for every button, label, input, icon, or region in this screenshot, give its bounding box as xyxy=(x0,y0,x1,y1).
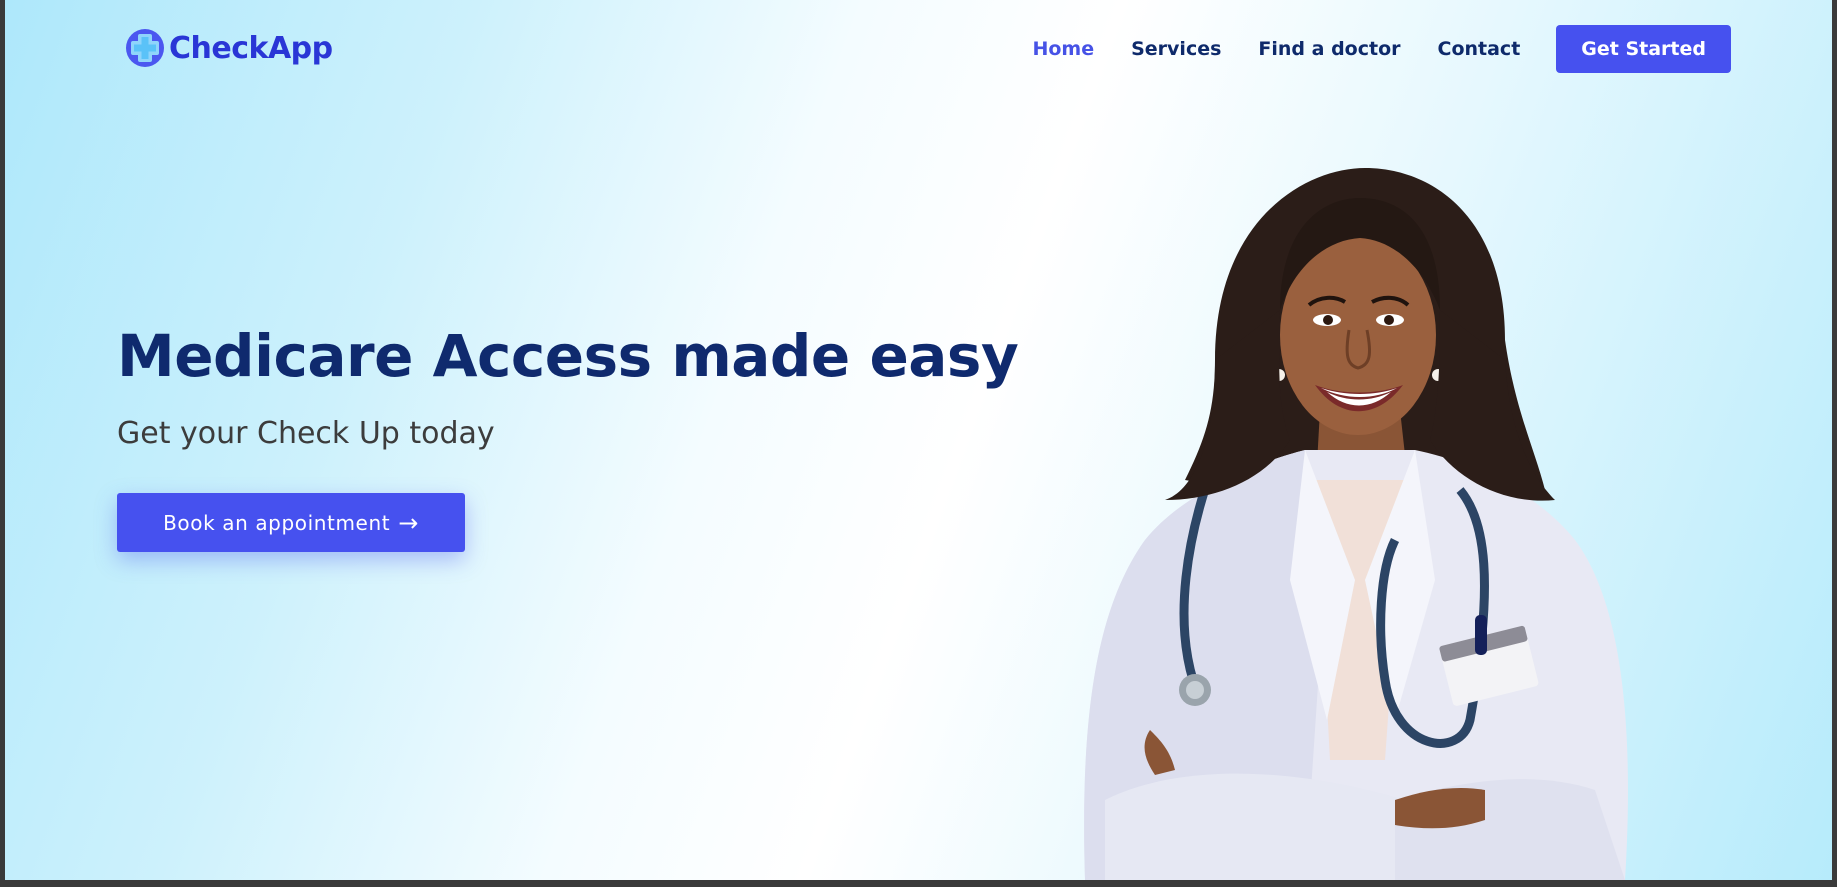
page: CheckApp Home Services Find a doctor Con… xyxy=(5,0,1837,880)
nav-item-contact[interactable]: Contact xyxy=(1438,38,1521,60)
brand-logo[interactable]: CheckApp xyxy=(125,28,333,68)
hero-subtitle: Get your Check Up today xyxy=(117,416,495,451)
arrow-right-icon: → xyxy=(398,508,419,537)
nav-item-find-a-doctor[interactable]: Find a doctor xyxy=(1258,38,1400,60)
brand-name: CheckApp xyxy=(169,30,333,66)
doctor-image xyxy=(1084,168,1628,880)
window-edge-right xyxy=(1832,0,1837,887)
nav-item-services[interactable]: Services xyxy=(1131,38,1221,60)
get-started-button[interactable]: Get Started xyxy=(1556,25,1731,73)
nav-item-home[interactable]: Home xyxy=(1032,38,1094,60)
book-appointment-button[interactable]: Book an appointment → xyxy=(117,493,465,552)
hero-title: Medicare Access made easy xyxy=(117,322,1019,390)
window-edge-bottom xyxy=(0,880,1837,887)
book-appointment-label: Book an appointment xyxy=(163,510,391,535)
medical-cross-icon xyxy=(126,29,164,67)
main-nav: Home Services Find a doctor Contact Get … xyxy=(995,25,1731,73)
